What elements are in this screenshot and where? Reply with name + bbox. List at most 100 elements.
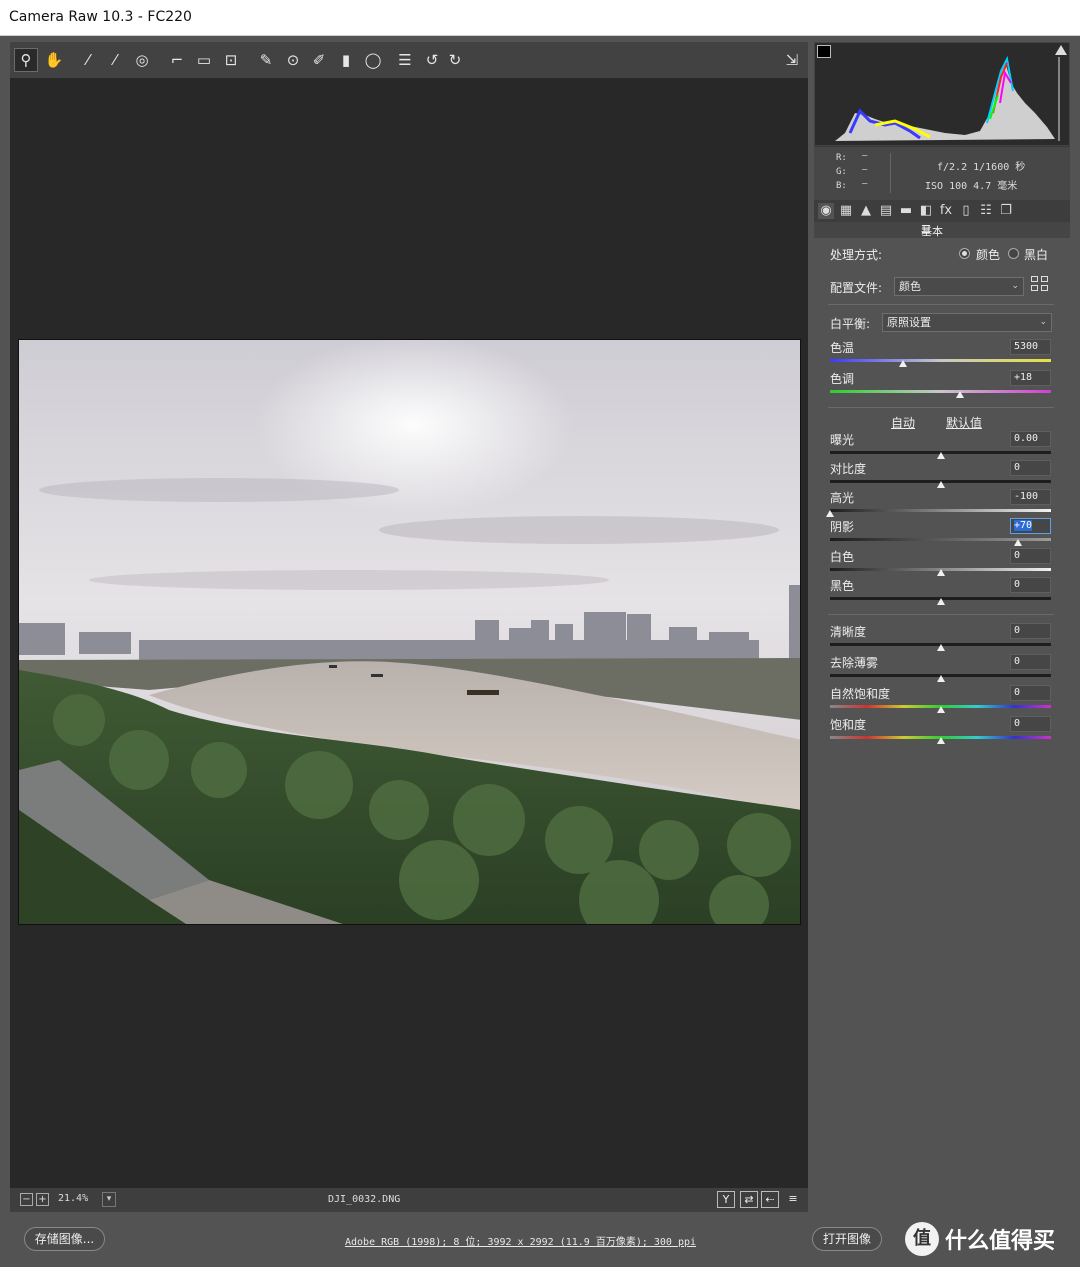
profile-browser-icon[interactable]: [1031, 276, 1049, 292]
g-readout-label: G:: [836, 167, 847, 177]
contrast-label: 对比度: [830, 462, 867, 476]
watermark: 值 什么值得买: [905, 1222, 1055, 1256]
red-eye-tool-icon[interactable]: ⊙: [281, 48, 305, 72]
adjustment-brush-icon[interactable]: ✐: [307, 48, 331, 72]
straighten-tool-icon[interactable]: ▭: [192, 48, 216, 72]
treatment-color-radio[interactable]: [959, 248, 970, 259]
hsl-tab-icon[interactable]: ▤: [878, 203, 894, 219]
white-balance-label: 白平衡:: [830, 317, 871, 331]
rotate-right-icon[interactable]: ↻: [443, 48, 467, 72]
whites-value-input[interactable]: 0: [1010, 548, 1051, 564]
exposure-value-input[interactable]: 0.00: [1010, 431, 1051, 447]
tint-slider-row: 色调 +18: [814, 370, 1070, 400]
highlights-label: 高光: [830, 491, 855, 505]
lens-corrections-tab-icon[interactable]: ◧: [918, 203, 934, 219]
shadows-value-input[interactable]: +70: [1010, 518, 1051, 534]
crop-tool-icon[interactable]: ⌐: [165, 48, 189, 72]
effects-tab-icon[interactable]: fx: [938, 203, 954, 219]
targeted-adjustment-tool-icon[interactable]: ◎: [130, 48, 154, 72]
rotate-left-icon[interactable]: ↺: [420, 48, 444, 72]
dehaze-slider-row: 去除薄雾 0: [814, 654, 1070, 684]
contrast-value-input[interactable]: 0: [1010, 460, 1051, 476]
auto-link[interactable]: 自动: [891, 414, 915, 431]
radial-filter-icon[interactable]: ◯: [361, 48, 385, 72]
photo-preview[interactable]: [18, 339, 801, 925]
treatment-bw-radio[interactable]: [1008, 248, 1019, 259]
panel-menu-icon[interactable]: ☰: [921, 223, 1066, 236]
shadows-label: 阴影: [830, 520, 855, 534]
blacks-slider-thumb[interactable]: [936, 598, 945, 605]
graduated-filter-icon[interactable]: ▮: [334, 48, 358, 72]
transform-tool-icon[interactable]: ⊡: [219, 48, 243, 72]
clarity-value-input[interactable]: 0: [1010, 623, 1051, 639]
b-readout-value: —: [862, 179, 868, 189]
contrast-slider-thumb[interactable]: [936, 481, 945, 488]
zoom-level: 21.4%: [58, 1193, 89, 1204]
dehaze-slider-thumb[interactable]: [936, 675, 945, 682]
tint-slider-thumb[interactable]: [956, 391, 965, 398]
preview-canvas[interactable]: [10, 78, 808, 1188]
snapshots-tab-icon[interactable]: ❐: [998, 203, 1014, 219]
fullscreen-toggle-icon[interactable]: ⇲: [780, 48, 804, 72]
temp-slider-row: 色温 5300: [814, 339, 1070, 369]
spot-removal-tool-icon[interactable]: ✎: [254, 48, 278, 72]
hand-tool-icon[interactable]: ✋: [42, 48, 66, 72]
camera-calibration-tab-icon[interactable]: ▯: [958, 203, 974, 219]
histogram: [814, 42, 1070, 146]
exposure-label: 曝光: [830, 433, 855, 447]
dehaze-value-input[interactable]: 0: [1010, 654, 1051, 670]
saturation-value-input[interactable]: 0: [1010, 716, 1051, 732]
before-after-toggle-icon[interactable]: Y: [717, 1191, 735, 1208]
zoom-out-button[interactable]: −: [20, 1193, 33, 1206]
clarity-slider-thumb[interactable]: [936, 644, 945, 651]
highlights-slider-track[interactable]: [830, 509, 1051, 512]
saturation-slider-row: 饱和度 0: [814, 716, 1070, 746]
tint-slider-track[interactable]: [830, 390, 1051, 393]
saturation-slider-thumb[interactable]: [936, 737, 945, 744]
highlights-slider-row: 高光 -100: [814, 489, 1070, 519]
blacks-value-input[interactable]: 0: [1010, 577, 1051, 593]
presets-tab-icon[interactable]: ☷: [978, 203, 994, 219]
white-balance-value: 原照设置: [887, 316, 931, 329]
save-image-button[interactable]: 存储图像...: [24, 1227, 105, 1251]
clarity-label: 清晰度: [830, 625, 867, 639]
swap-settings-icon[interactable]: ⇄: [740, 1191, 758, 1208]
whites-slider-thumb[interactable]: [936, 569, 945, 576]
open-image-button[interactable]: 打开图像: [812, 1227, 882, 1251]
highlights-slider-thumb[interactable]: [826, 510, 834, 517]
panel-tabs: ◉ ▦ ▲ ▤ ▬ ◧ fx ▯ ☷ ❐: [814, 200, 1070, 222]
vibrance-slider-thumb[interactable]: [936, 706, 945, 713]
copy-settings-icon[interactable]: ⇠: [761, 1191, 779, 1208]
workflow-options-link[interactable]: Adobe RGB (1998); 8 位; 3992 x 2992 (11.9…: [345, 1233, 696, 1248]
dehaze-value-text: 0: [1014, 656, 1021, 667]
zoom-dropdown[interactable]: ▾: [102, 1192, 116, 1207]
blacks-slider-row: 黑色 0: [814, 577, 1070, 607]
whites-value-text: 0: [1014, 550, 1021, 561]
treatment-label: 处理方式:: [830, 248, 883, 262]
tint-value-input[interactable]: +18: [1010, 370, 1051, 386]
exposure-slider-thumb[interactable]: [936, 452, 945, 459]
highlights-value-input[interactable]: -100: [1010, 489, 1051, 505]
default-link[interactable]: 默认值: [946, 414, 982, 431]
tone-curve-tab-icon[interactable]: ▦: [838, 203, 854, 219]
white-balance-tool-icon[interactable]: ⁄: [76, 48, 100, 72]
contrast-slider-row: 对比度 0: [814, 460, 1070, 490]
temp-value-input[interactable]: 5300: [1010, 339, 1051, 355]
temp-slider-track[interactable]: [830, 359, 1051, 362]
vibrance-value-text: 0: [1014, 687, 1021, 698]
detail-tab-icon[interactable]: ▲: [858, 203, 874, 219]
whites-slider-row: 白色 0: [814, 548, 1070, 578]
white-balance-select[interactable]: 原照设置 ⌄: [882, 313, 1052, 332]
temp-slider-thumb[interactable]: [898, 360, 907, 367]
vibrance-slider-row: 自然饱和度 0: [814, 685, 1070, 715]
profile-select[interactable]: 颜色 ⌄: [894, 277, 1024, 296]
view-settings-icon[interactable]: ≡: [784, 1191, 802, 1208]
vibrance-value-input[interactable]: 0: [1010, 685, 1051, 701]
color-sampler-tool-icon[interactable]: ⁄: [103, 48, 127, 72]
basic-tab-icon[interactable]: ◉: [818, 203, 834, 219]
preferences-icon[interactable]: ☰: [393, 48, 417, 72]
shadows-slider-thumb[interactable]: [1013, 539, 1022, 546]
zoom-in-button[interactable]: +: [36, 1193, 49, 1206]
split-toning-tab-icon[interactable]: ▬: [898, 203, 914, 219]
zoom-tool-icon[interactable]: ⚲: [14, 48, 38, 72]
